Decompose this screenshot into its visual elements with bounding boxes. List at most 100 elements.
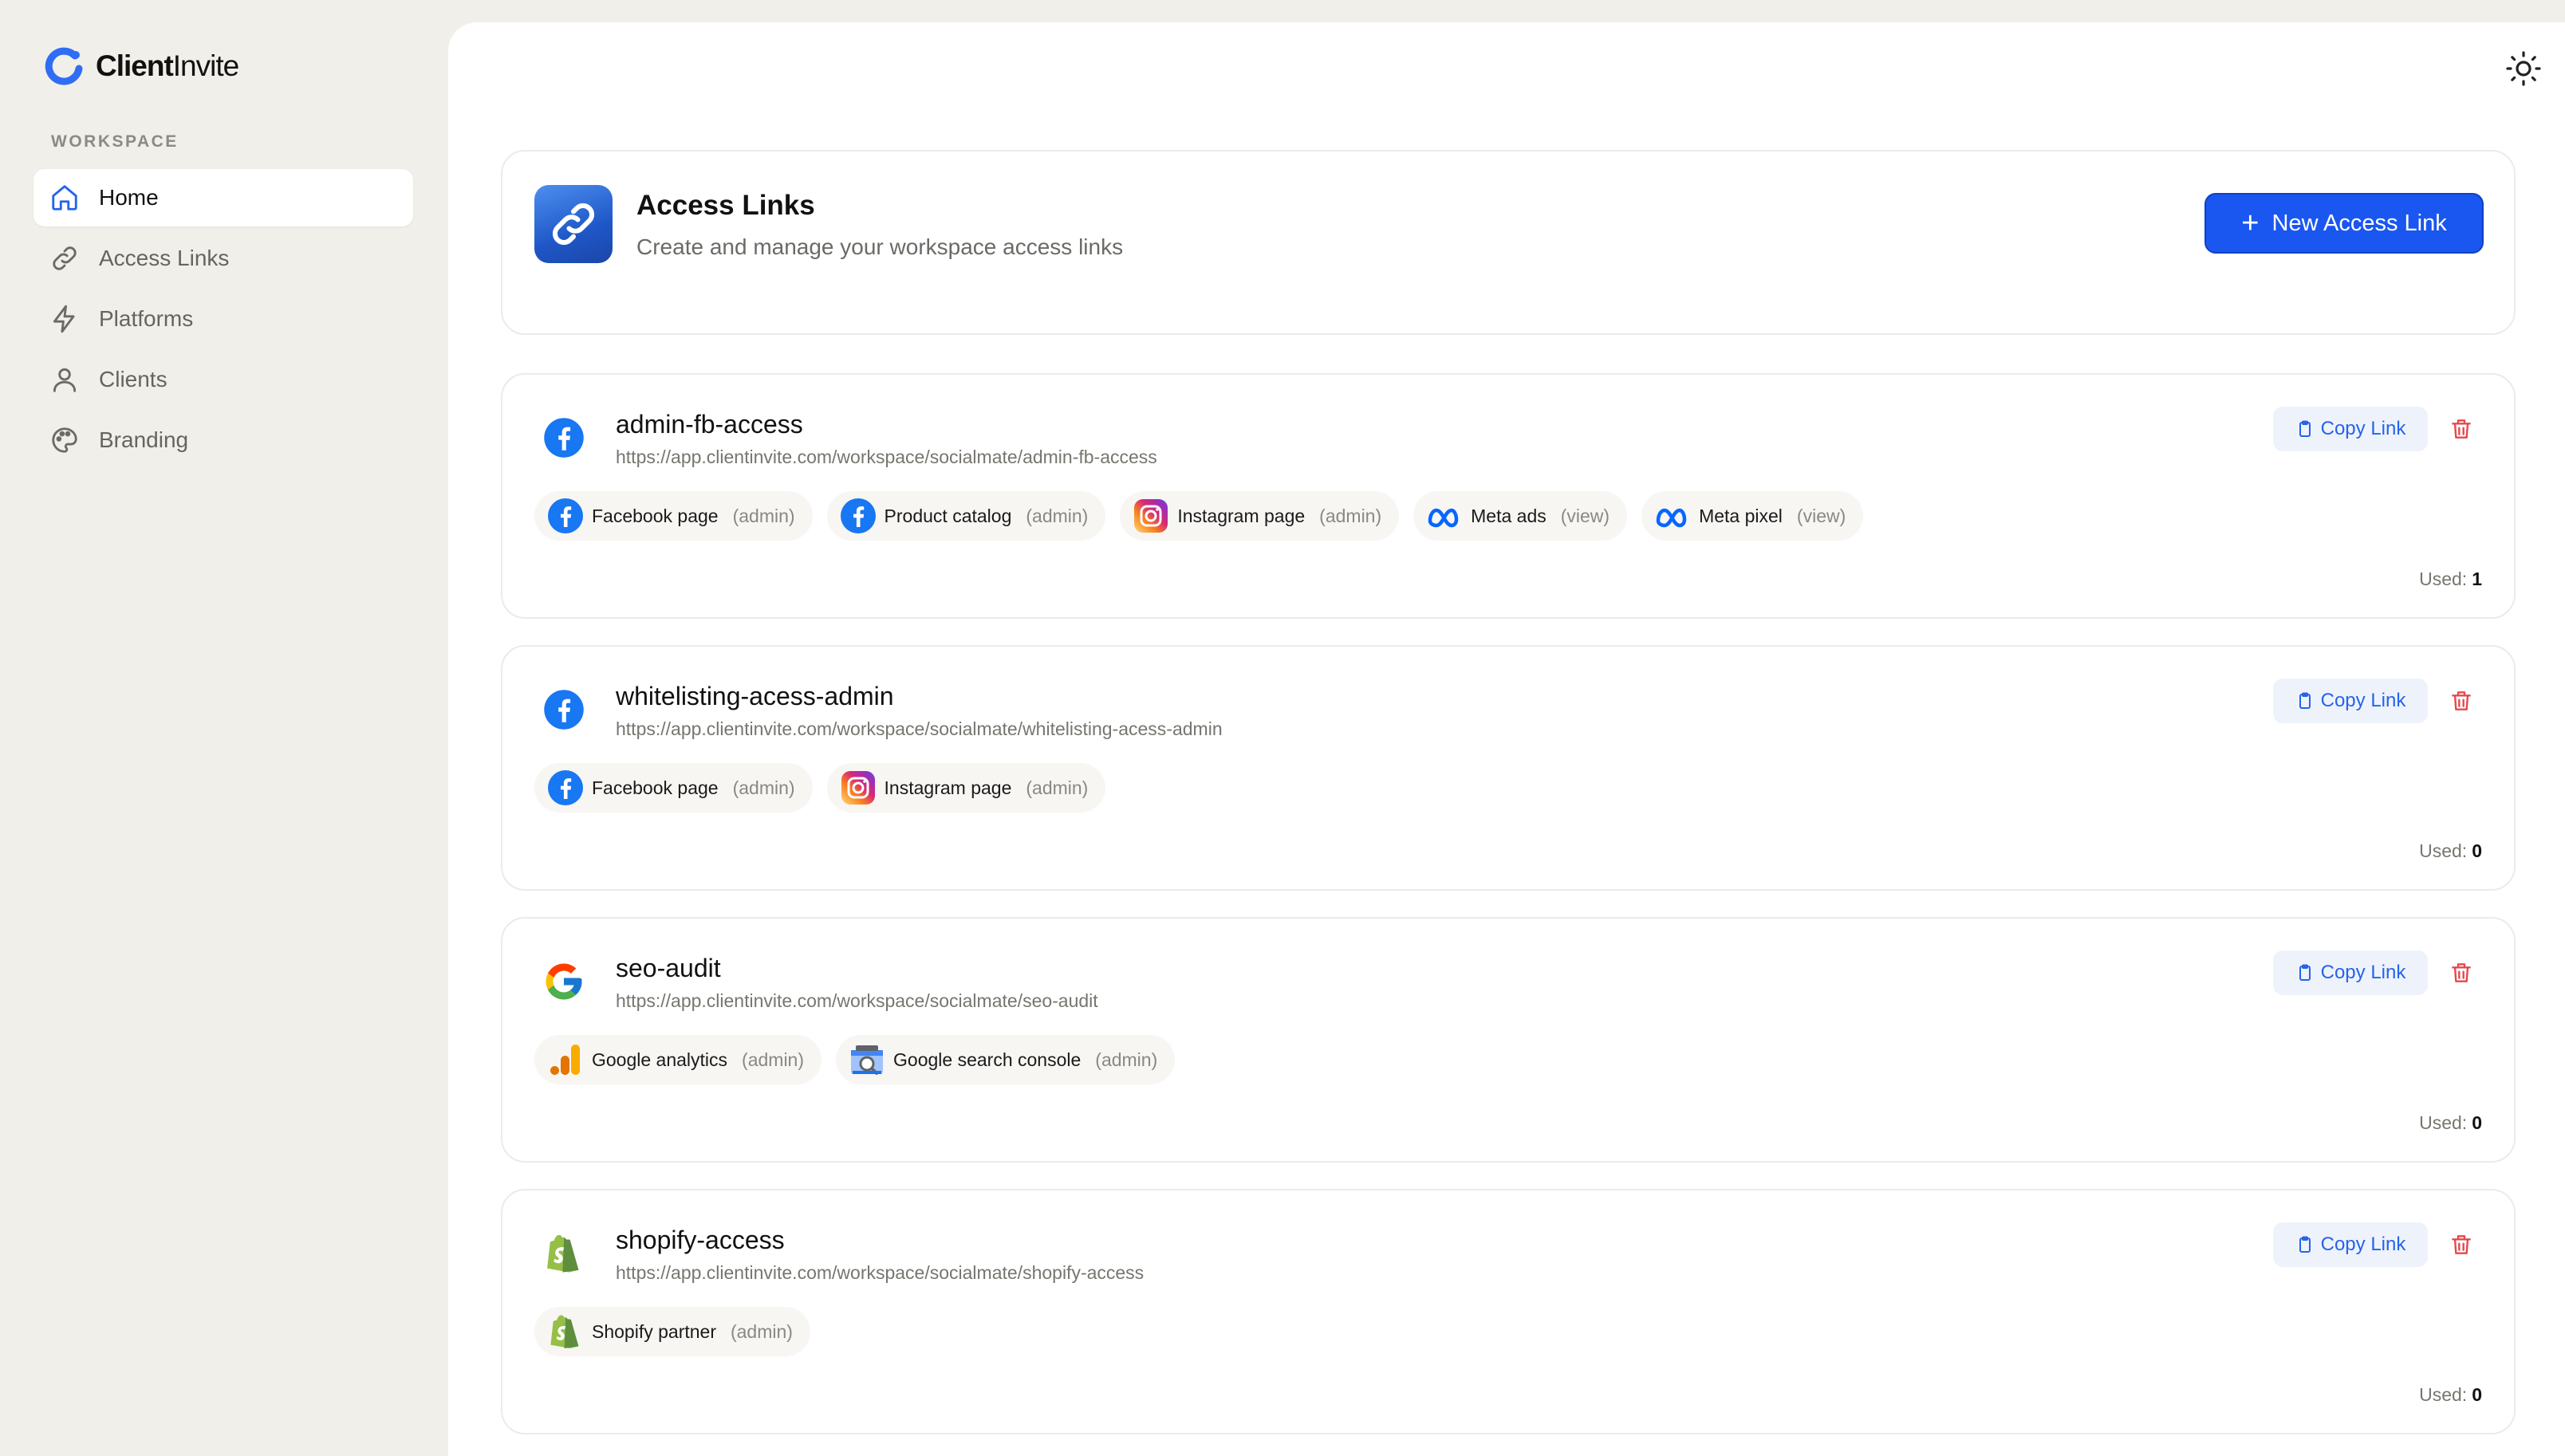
platform-name: Shopify partner — [592, 1320, 716, 1342]
home-icon — [52, 185, 77, 211]
bolt-icon — [53, 305, 75, 333]
access-link-card: admin-fb-access https://app.clientinvite.… — [501, 373, 2516, 619]
delete-link-button[interactable] — [2449, 960, 2474, 986]
platform-chip: Product catalog (admin) — [826, 491, 1106, 541]
platform-role: (admin) — [732, 505, 795, 526]
logo[interactable]: ClientInvite — [43, 45, 239, 88]
access-links-header-card: Access Links Create and manage your work… — [501, 150, 2516, 335]
access-link-name[interactable]: admin-fb-access — [616, 410, 803, 439]
platform-chips: Facebook page (admin) Product catalog (admi… — [534, 491, 1877, 541]
access-link-card: whitelisting-acess-admin https://app.clie… — [501, 645, 2516, 891]
usage-count: Used: 0 — [2419, 1384, 2482, 1406]
platform-role: (admin) — [1026, 505, 1089, 526]
platform-name: Instagram page — [884, 777, 1012, 798]
facebook-icon — [542, 688, 585, 731]
usage-value: 0 — [2472, 840, 2482, 861]
usage-count: Used: 0 — [2419, 1112, 2482, 1134]
platform-name: Google search console — [893, 1049, 1082, 1070]
meta-icon — [1424, 496, 1464, 536]
platform-role: (admin) — [732, 777, 795, 798]
sidebar: ClientInvite WORKSPACE Home Access Links… — [0, 0, 448, 1456]
copy-link-button[interactable]: Copy Link — [2273, 407, 2428, 451]
copy-link-button[interactable]: Copy Link — [2273, 1222, 2428, 1267]
link-icon — [552, 203, 595, 246]
sun-icon — [2506, 51, 2541, 86]
copy-link-label: Copy Link — [2320, 690, 2406, 711]
trash-icon — [2449, 419, 2474, 445]
google-analytics-icon — [546, 1040, 585, 1080]
usage-label: Used: — [2419, 1384, 2468, 1405]
sidebar-item-platforms[interactable]: Platforms — [33, 290, 413, 348]
usage-value: 1 — [2472, 569, 2482, 589]
sidebar-item-access-links[interactable]: Access Links — [33, 230, 413, 287]
access-link-card: seo-audit https://app.clientinvite.com/wo… — [501, 917, 2516, 1163]
copy-link-button[interactable]: Copy Link — [2273, 679, 2428, 723]
access-link-url: https://app.clientinvite.com/workspace/s… — [616, 990, 1098, 1011]
usage-value: 0 — [2472, 1112, 2482, 1133]
logo-text: ClientInvite — [96, 49, 239, 82]
platform-chip: Google search console (admin) — [836, 1035, 1176, 1084]
plus-icon: + — [2241, 207, 2260, 240]
copy-link-button[interactable]: Copy Link — [2273, 950, 2428, 995]
usage-value: 0 — [2472, 1384, 2482, 1405]
main-content: Access Links Create and manage your work… — [448, 22, 2565, 1456]
sidebar-item-label: Home — [99, 185, 159, 210]
platform-name: Google analytics — [592, 1049, 728, 1070]
delete-link-button[interactable] — [2449, 688, 2474, 714]
new-access-link-button[interactable]: + New Access Link — [2204, 193, 2484, 254]
sidebar-item-branding[interactable]: Branding — [33, 411, 413, 469]
copy-link-label: Copy Link — [2320, 1234, 2406, 1255]
trash-icon — [2449, 963, 2474, 989]
copy-link-label: Copy Link — [2320, 418, 2406, 439]
platform-role: (admin) — [1319, 505, 1382, 526]
platform-chips: Shopify partner (admin) — [534, 1307, 825, 1356]
google-icon — [542, 960, 585, 1003]
trash-icon — [2449, 1235, 2474, 1261]
facebook-icon — [838, 496, 878, 536]
platform-name: Product catalog — [884, 505, 1012, 526]
platform-role: (admin) — [1026, 777, 1089, 798]
sidebar-item-label: Access Links — [99, 246, 230, 270]
sidebar-item-home[interactable]: Home — [33, 169, 413, 226]
sidebar-item-label: Clients — [99, 367, 167, 392]
platform-name: Facebook page — [592, 777, 719, 798]
clipboard-icon — [2295, 963, 2321, 982]
platform-chips: Facebook page (admin) Instagram page (admin… — [534, 763, 1120, 813]
platform-name: Meta pixel — [1699, 505, 1783, 526]
theme-toggle-button[interactable] — [2504, 49, 2543, 88]
sidebar-nav: Home Access Links Platforms Clients Bran… — [33, 169, 413, 472]
access-link-url: https://app.clientinvite.com/workspace/s… — [616, 447, 1157, 467]
clipboard-icon — [2295, 691, 2321, 710]
shopify-icon — [542, 1232, 585, 1275]
instagram-icon — [1131, 496, 1171, 536]
page-title: Access Links — [636, 190, 815, 221]
delete-link-button[interactable] — [2449, 1232, 2474, 1257]
access-link-name[interactable]: whitelisting-acess-admin — [616, 682, 894, 711]
platform-name: Facebook page — [592, 505, 719, 526]
sidebar-item-label: Branding — [99, 427, 189, 452]
user-icon — [53, 368, 77, 392]
facebook-icon — [546, 496, 585, 536]
platform-chip: Instagram page (admin) — [826, 763, 1106, 813]
page-subtitle: Create and manage your workspace access … — [636, 234, 1124, 259]
delete-link-button[interactable] — [2449, 416, 2474, 442]
access-link-card: shopify-access https://app.clientinvite.c… — [501, 1189, 2516, 1434]
access-link-name[interactable]: seo-audit — [616, 954, 721, 983]
clientinvite-logo-icon — [45, 47, 83, 85]
sidebar-item-label: Platforms — [99, 306, 194, 331]
platform-role: (admin) — [730, 1320, 793, 1342]
platform-role: (admin) — [742, 1049, 805, 1070]
usage-label: Used: — [2419, 569, 2468, 589]
usage-label: Used: — [2419, 840, 2468, 861]
access-link-name[interactable]: shopify-access — [616, 1226, 785, 1255]
clipboard-icon — [2295, 419, 2321, 439]
sidebar-item-clients[interactable]: Clients — [33, 351, 413, 408]
platform-name: Meta ads — [1471, 505, 1546, 526]
instagram-icon — [838, 768, 878, 808]
palette-icon — [52, 427, 77, 453]
usage-count: Used: 0 — [2419, 840, 2482, 862]
platform-role: (view) — [1560, 505, 1610, 526]
usage-label: Used: — [2419, 1112, 2468, 1133]
new-access-link-label: New Access Link — [2271, 210, 2447, 236]
access-link-url: https://app.clientinvite.com/workspace/s… — [616, 1262, 1145, 1283]
